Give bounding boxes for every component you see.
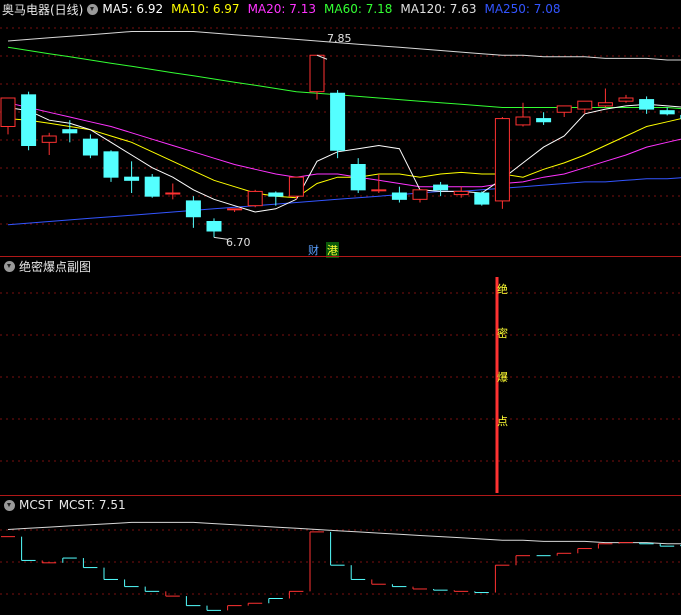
candle-body: [659, 110, 675, 115]
candle-body: [227, 208, 243, 211]
candle-body: [206, 221, 222, 232]
candle-body: [82, 138, 98, 156]
candle-body: [247, 190, 263, 207]
candle-body: [124, 176, 140, 181]
candle-body: [639, 99, 655, 110]
mcst-subchart[interactable]: [0, 496, 681, 615]
candle-body: [577, 100, 593, 110]
candle-body: [0, 97, 16, 127]
candle-body: [330, 92, 346, 151]
signal-char: 点: [497, 415, 508, 428]
candle-body: [268, 192, 284, 197]
candle-body: [21, 94, 37, 147]
candle-body: [144, 176, 160, 197]
candle-body: [453, 190, 469, 196]
candle-body: [41, 135, 57, 143]
candle-body: [494, 118, 510, 202]
candle-body: [309, 54, 325, 93]
low-price-label: 6.70: [226, 236, 251, 249]
signal-char: 爆: [497, 371, 508, 384]
candle-body: [165, 192, 181, 195]
signal-char: 密: [497, 327, 508, 340]
candle-body: [391, 192, 407, 200]
main-chart-pane[interactable]: 奥马电器(日线) MA5: 6.92 MA10: 6.97 MA20: 7.13…: [0, 0, 681, 258]
candle-body: [515, 116, 531, 126]
candle-body: [474, 192, 490, 205]
ma250-line: [7, 177, 681, 226]
candle-body: [185, 200, 201, 218]
signal-subchart-pane[interactable]: 绝密爆点副图 绝 密 爆 点: [0, 257, 681, 495]
candle-body: [62, 129, 78, 134]
candle-body: [433, 184, 449, 191]
candle-body: [536, 118, 552, 123]
candle-body: [350, 164, 366, 191]
candle-body: [103, 151, 119, 178]
candle-body: [618, 97, 634, 102]
candle-body: [556, 105, 572, 113]
candle-body: [371, 189, 387, 192]
candle-body: [597, 102, 613, 107]
mcst-subchart-pane[interactable]: MCST MCST: 7.51: [0, 496, 681, 615]
mcst-reference-line: [7, 521, 681, 545]
candle-body: [412, 189, 428, 200]
signal-subchart[interactable]: [0, 257, 681, 495]
high-price-label: 7.85: [327, 32, 352, 45]
candle-body: [288, 176, 304, 197]
signal-char: 绝: [497, 283, 508, 296]
